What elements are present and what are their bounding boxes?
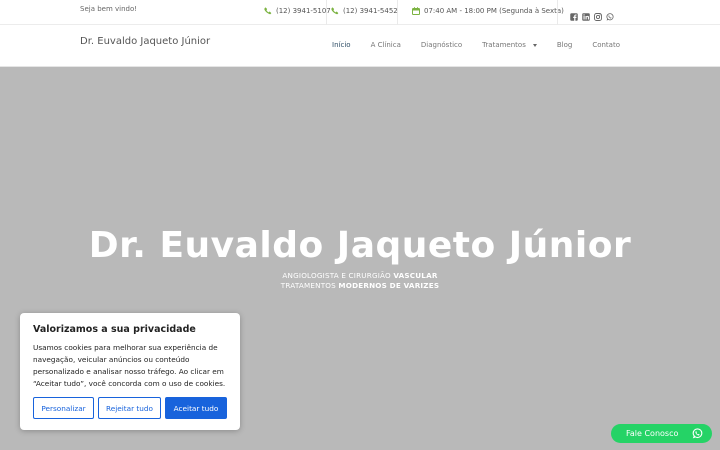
site-header: Dr. Euvaldo Jaqueto Júnior Início A Clín… — [0, 25, 720, 67]
customize-button[interactable]: Personalizar — [33, 397, 94, 419]
hero-subtitle-1-text: ANGIOLOGISTA E CIRURGIÃO — [282, 271, 394, 280]
phone-icon — [331, 7, 339, 15]
hero-subtitle-2-text: TRATAMENTOS — [280, 281, 339, 290]
nav-item-diagnostico[interactable]: Diagnóstico — [411, 41, 472, 49]
whatsapp-contact-button[interactable]: Fale Conosco — [611, 424, 712, 443]
hero-subtitle-1: ANGIOLOGISTA E CIRURGIÃO VASCULAR — [0, 271, 720, 280]
nav-label: Tratamentos — [482, 41, 526, 49]
divider — [397, 0, 398, 25]
phone-1[interactable]: (12) 3941-5107 — [264, 7, 331, 15]
nav-item-a-clinica[interactable]: A Clínica — [361, 41, 411, 49]
divider — [557, 0, 558, 25]
hero-subtitle-1-bold: VASCULAR — [393, 271, 438, 280]
whatsapp-icon[interactable] — [606, 6, 614, 21]
cookie-text: Usamos cookies para melhorar sua experiê… — [33, 343, 226, 388]
instagram-icon[interactable] — [594, 6, 602, 21]
business-hours: 07:40 AM - 18:00 PM (Segunda à Sexta) — [412, 7, 564, 15]
nav-label: Contato — [592, 41, 620, 49]
main-nav: Início A Clínica Diagnóstico Tratamentos… — [322, 41, 630, 49]
calendar-icon — [412, 7, 420, 15]
hero-subtitle-2-bold: MODERNOS DE VARIZES — [338, 281, 440, 290]
nav-item-inicio[interactable]: Início — [322, 41, 361, 49]
nav-label: A Clínica — [370, 41, 401, 49]
cookie-consent-banner: Valorizamos a sua privacidade Usamos coo… — [20, 313, 240, 430]
chevron-down-icon — [532, 43, 537, 47]
phone-1-number: (12) 3941-5107 — [276, 7, 331, 15]
nav-label: Blog — [556, 41, 573, 49]
phone-2[interactable]: (12) 3941-5452 — [331, 7, 398, 15]
accept-all-button[interactable]: Aceitar tudo — [165, 397, 227, 419]
reject-all-button[interactable]: Rejeitar tudo — [98, 397, 161, 419]
nav-item-contato[interactable]: Contato — [582, 41, 630, 49]
nav-item-blog[interactable]: Blog — [547, 41, 582, 49]
hero-title: Dr. Euvaldo Jaqueto Júnior — [88, 225, 632, 266]
site-title[interactable]: Dr. Euvaldo Jaqueto Júnior — [80, 36, 210, 47]
hours-text: 07:40 AM - 18:00 PM (Segunda à Sexta) — [424, 7, 564, 15]
nav-label: Início — [332, 41, 351, 49]
top-bar: Seja bem vindo! (12) 3941-5107 (12) 3941… — [0, 0, 720, 25]
cookie-title: Valorizamos a sua privacidade — [33, 324, 196, 335]
whatsapp-icon — [692, 428, 703, 439]
nav-label: Diagnóstico — [420, 41, 463, 49]
welcome-text: Seja bem vindo! — [80, 5, 138, 13]
whatsapp-button-label: Fale Conosco — [626, 429, 679, 438]
hero-subtitle-2: TRATAMENTOS MODERNOS DE VARIZES — [0, 281, 720, 290]
phone-icon — [264, 7, 272, 15]
linkedin-icon[interactable] — [582, 6, 590, 21]
nav-item-tratamentos[interactable]: Tratamentos — [472, 41, 547, 49]
social-links — [570, 6, 614, 21]
facebook-icon[interactable] — [570, 6, 578, 21]
phone-2-number: (12) 3941-5452 — [343, 7, 398, 15]
divider — [326, 0, 327, 25]
